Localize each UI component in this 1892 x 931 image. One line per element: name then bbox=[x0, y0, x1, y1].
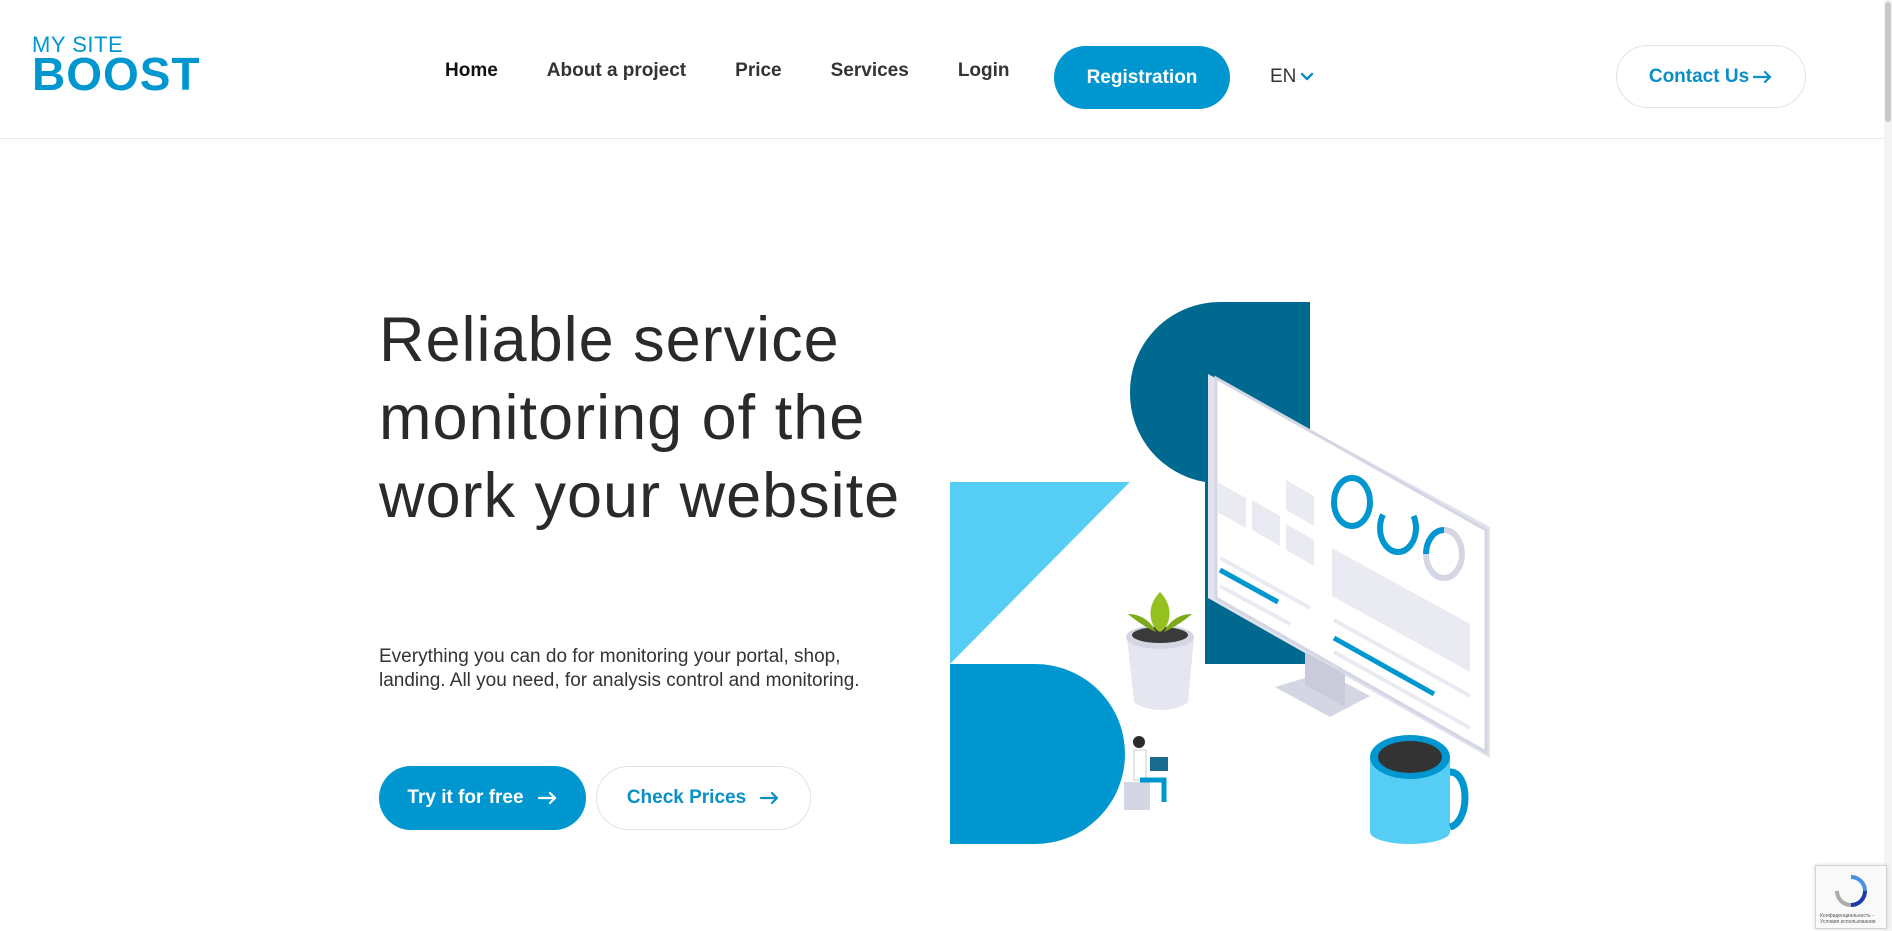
main-nav: Home About a project Price Services Logi… bbox=[445, 60, 1059, 82]
language-label: EN bbox=[1270, 66, 1297, 87]
person-seat bbox=[1124, 782, 1150, 810]
chevron-down-icon bbox=[1301, 72, 1314, 81]
registration-button[interactable]: Registration bbox=[1054, 46, 1230, 109]
hero-title: Reliable service monitoring of the work … bbox=[379, 305, 901, 531]
site-header: MY SITE BOOST Home About a project Price… bbox=[0, 0, 1892, 139]
contact-us-button[interactable]: Contact Us bbox=[1616, 45, 1806, 108]
logo-bottom-text: BOOST bbox=[32, 48, 201, 100]
scrollbar[interactable] bbox=[1884, 0, 1892, 931]
try-free-button[interactable]: Try it for free bbox=[379, 766, 586, 830]
try-free-label: Try it for free bbox=[407, 787, 524, 808]
person bbox=[1133, 736, 1145, 748]
arrow-right-icon bbox=[537, 791, 556, 805]
language-selector[interactable]: EN bbox=[1270, 66, 1314, 88]
check-prices-button[interactable]: Check Prices bbox=[596, 766, 811, 830]
contact-us-label: Contact Us bbox=[1648, 65, 1750, 87]
nav-about-project[interactable]: About a project bbox=[547, 60, 686, 82]
recaptcha-text: Конфиденциальность - Условия использован… bbox=[1820, 913, 1876, 925]
arrow-right-icon bbox=[760, 791, 779, 805]
hero-description: Everything you can do for monitoring you… bbox=[379, 646, 860, 691]
check-prices-label: Check Prices bbox=[626, 787, 747, 808]
nav-services[interactable]: Services bbox=[831, 60, 909, 82]
arrow-right-icon bbox=[1753, 70, 1772, 83]
nav-price[interactable]: Price bbox=[735, 60, 781, 82]
recaptcha-badge[interactable]: Конфиденциальность - Условия использован… bbox=[1815, 865, 1887, 929]
recaptcha-icon bbox=[1835, 875, 1867, 907]
blue-shape bbox=[950, 664, 1125, 844]
site-logo[interactable]: MY SITE BOOST bbox=[32, 32, 200, 98]
hero-illustration bbox=[950, 302, 1490, 844]
nav-home[interactable]: Home bbox=[445, 60, 498, 82]
scrollbar-thumb[interactable] bbox=[1885, 2, 1891, 122]
nav-login[interactable]: Login bbox=[958, 60, 1010, 82]
